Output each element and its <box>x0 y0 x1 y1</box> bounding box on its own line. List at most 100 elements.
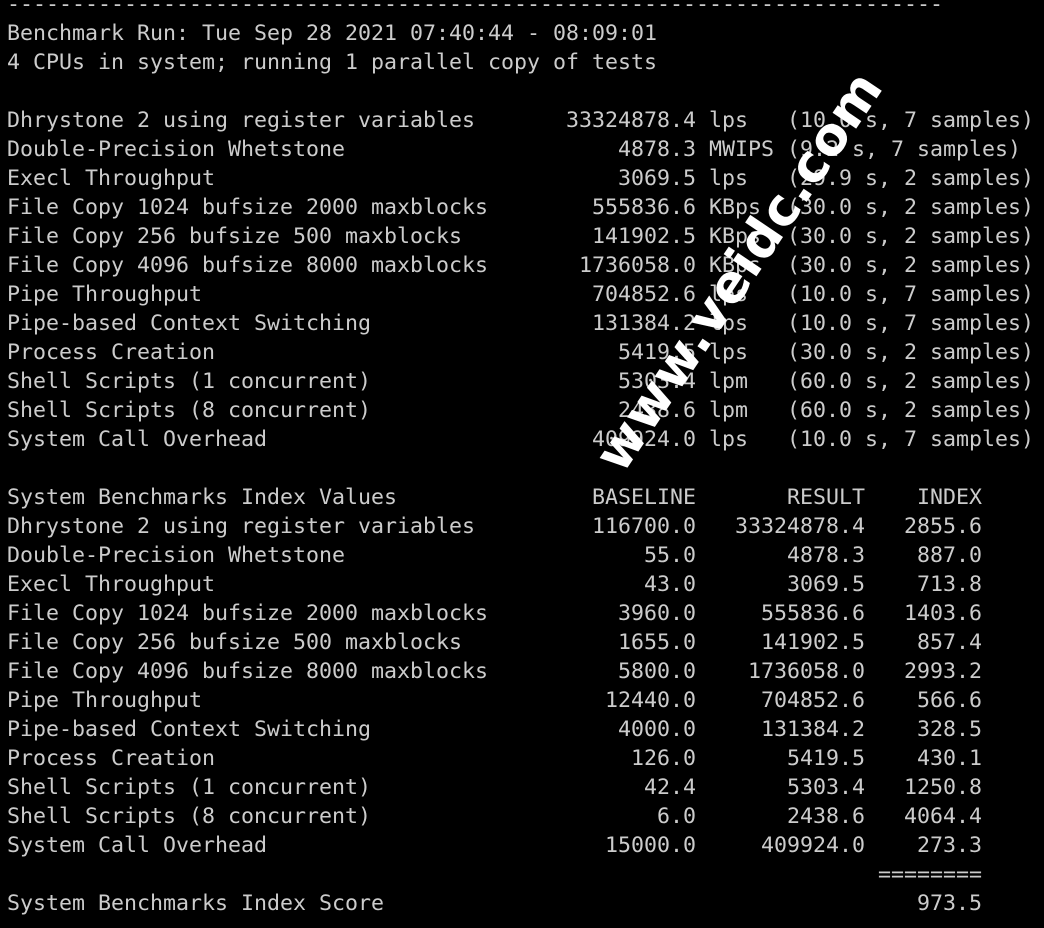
index-row: File Copy 4096 bufsize 8000 maxblocks 580… <box>7 657 1044 686</box>
result-value: 5303.4 <box>787 775 866 800</box>
index-value: 2855.6 <box>904 514 983 539</box>
result-value: 704852.6 <box>761 688 866 713</box>
index-row: Shell Scripts (8 concurrent) 6.0 2438.6 406… <box>7 802 1044 831</box>
test-unit: lpm <box>709 398 749 423</box>
score-line: System Benchmarks Index Score 973.5 <box>7 889 1044 918</box>
index-header-label: INDEX <box>917 485 983 510</box>
index-row: Pipe-based Context Switching 4000.0 131384… <box>7 715 1044 744</box>
result-value: 555836.6 <box>761 601 866 626</box>
index-value: 713.8 <box>917 572 983 597</box>
result-row: Process Creation 5419.5 lps (30.0 s, 2 samp… <box>7 338 1044 367</box>
test-value: 555836.6 <box>592 195 697 220</box>
result-value: 131384.2 <box>761 717 866 742</box>
test-detail: (30.0 s, 2 samples) <box>787 340 1035 365</box>
test-detail: (10.0 s, 7 samples) <box>787 311 1035 336</box>
index-row: Execl Throughput 43.0 3069.5 713.8 <box>7 570 1044 599</box>
index-value: 1403.6 <box>904 601 983 626</box>
index-row: Process Creation 126.0 5419.5 430.1 <box>7 744 1044 773</box>
test-detail: (60.0 s, 2 samples) <box>787 369 1035 394</box>
result-row: Execl Throughput 3069.5 lps (29.9 s, 2 samp… <box>7 164 1044 193</box>
test-value: 4878.3 <box>618 137 697 162</box>
run-info: Benchmark Run: Tue Sep 28 2021 07:40:44 … <box>7 21 658 46</box>
test-name: File Copy 256 bufsize 500 maxblocks <box>7 224 463 249</box>
baseline-header: BASELINE <box>592 485 697 510</box>
index-value: 4064.4 <box>904 804 983 829</box>
result-row: Pipe-based Context Switching 131384.2 lps(… <box>7 309 1044 338</box>
test-unit: lps <box>709 108 749 133</box>
index-value: 2993.2 <box>904 659 983 684</box>
test-unit: MWIPS <box>709 137 775 162</box>
index-row: Dhrystone 2 using register variables 1167… <box>7 512 1044 541</box>
baseline-value: 1655.0 <box>618 630 697 655</box>
test-name: Dhrystone 2 using register variables <box>7 514 476 539</box>
test-name: Execl Throughput <box>7 572 216 597</box>
cpu-info: 4 CPUs in system; running 1 parallel cop… <box>7 50 658 75</box>
baseline-value: 3960.0 <box>618 601 697 626</box>
result-value: 409924.0 <box>761 833 866 858</box>
run-line: Benchmark Run: Tue Sep 28 2021 07:40:44 … <box>7 19 1044 48</box>
index-value: 887.0 <box>917 543 983 568</box>
score-separator: ======== <box>878 862 983 887</box>
index-row: File Copy 1024 bufsize 2000 maxblocks 396… <box>7 599 1044 628</box>
result-row: Pipe Throughput 704852.6 lps (10.0 s, 7 sam… <box>7 280 1044 309</box>
result-row: System Call Overhead 409924.0 lps (10.0 s, … <box>7 425 1044 454</box>
index-value: 328.5 <box>917 717 983 742</box>
index-value: 857.4 <box>917 630 983 655</box>
test-value: 33324878.4 <box>566 108 697 133</box>
index-value: 1250.8 <box>904 775 983 800</box>
test-detail: (30.0 s, 2 samples) <box>787 224 1035 249</box>
test-detail: (60.0 s, 2 samples) <box>787 398 1035 423</box>
baseline-value: 4000.0 <box>618 717 697 742</box>
baseline-value: 116700.0 <box>592 514 697 539</box>
index-row: System Call Overhead 15000.0 409924.0 273.3 <box>7 831 1044 860</box>
test-name: File Copy 4096 bufsize 8000 maxblocks <box>7 659 489 684</box>
index-header: System Benchmarks Index Values BASELINE RE… <box>7 483 1044 512</box>
test-name: Pipe Throughput <box>7 282 203 307</box>
test-name: Pipe-based Context Switching <box>7 717 372 742</box>
result-row: Shell Scripts (8 concurrent) 2438.6 lpm (60… <box>7 396 1044 425</box>
result-value: 5419.5 <box>787 746 866 771</box>
index-value: 566.6 <box>917 688 983 713</box>
result-value: 2438.6 <box>787 804 866 829</box>
baseline-value: 126.0 <box>631 746 697 771</box>
test-name: Process Creation <box>7 340 216 365</box>
index-row: Pipe Throughput 12440.0 704852.6 566.6 <box>7 686 1044 715</box>
test-name: Shell Scripts (8 concurrent) <box>7 398 372 423</box>
result-value: 1736058.0 <box>748 659 866 684</box>
score-value: 973.5 <box>917 891 983 916</box>
test-name: Pipe-based Context Switching <box>7 311 372 336</box>
result-row: File Copy 1024 bufsize 2000 maxblocks 555… <box>7 193 1044 222</box>
test-name: Shell Scripts (1 concurrent) <box>7 775 372 800</box>
baseline-value: 42.4 <box>644 775 697 800</box>
test-name: Shell Scripts (1 concurrent) <box>7 369 372 394</box>
test-value: 1736058.0 <box>579 253 697 278</box>
test-name: Double-Precision Whetstone <box>7 137 346 162</box>
index-row: File Copy 256 bufsize 500 maxblocks 1655.… <box>7 628 1044 657</box>
baseline-value: 55.0 <box>644 543 697 568</box>
result-value: 4878.3 <box>787 543 866 568</box>
index-row: Shell Scripts (1 concurrent) 42.4 5303.4 12… <box>7 773 1044 802</box>
test-name: File Copy 4096 bufsize 8000 maxblocks <box>7 253 489 278</box>
index-value: 273.3 <box>917 833 983 858</box>
test-name: Dhrystone 2 using register variables <box>7 108 476 133</box>
test-name: Double-Precision Whetstone <box>7 543 346 568</box>
index-title: System Benchmarks Index Values <box>7 485 398 510</box>
test-name: File Copy 256 bufsize 500 maxblocks <box>7 630 463 655</box>
test-detail: (30.0 s, 2 samples) <box>787 253 1035 278</box>
baseline-value: 12440.0 <box>605 688 697 713</box>
index-row: Double-Precision Whetstone 55.0 4878.3 887.… <box>7 541 1044 570</box>
test-name: File Copy 1024 bufsize 2000 maxblocks <box>7 195 489 220</box>
test-name: System Call Overhead <box>7 833 268 858</box>
test-unit: lps <box>709 427 749 452</box>
test-name: Pipe Throughput <box>7 688 203 713</box>
baseline-value: 6.0 <box>657 804 697 829</box>
separator-text: ----------------------------------------… <box>7 0 944 17</box>
test-name: Process Creation <box>7 746 216 771</box>
test-unit: lps <box>709 166 749 191</box>
result-value: 141902.5 <box>761 630 866 655</box>
result-row: Dhrystone 2 using register variables 3332… <box>7 106 1044 135</box>
result-row: File Copy 256 bufsize 500 maxblocks 14190… <box>7 222 1044 251</box>
test-value: 141902.5 <box>592 224 697 249</box>
test-name: File Copy 1024 bufsize 2000 maxblocks <box>7 601 489 626</box>
result-row: Shell Scripts (1 concurrent) 5303.4 lpm (60… <box>7 367 1044 396</box>
